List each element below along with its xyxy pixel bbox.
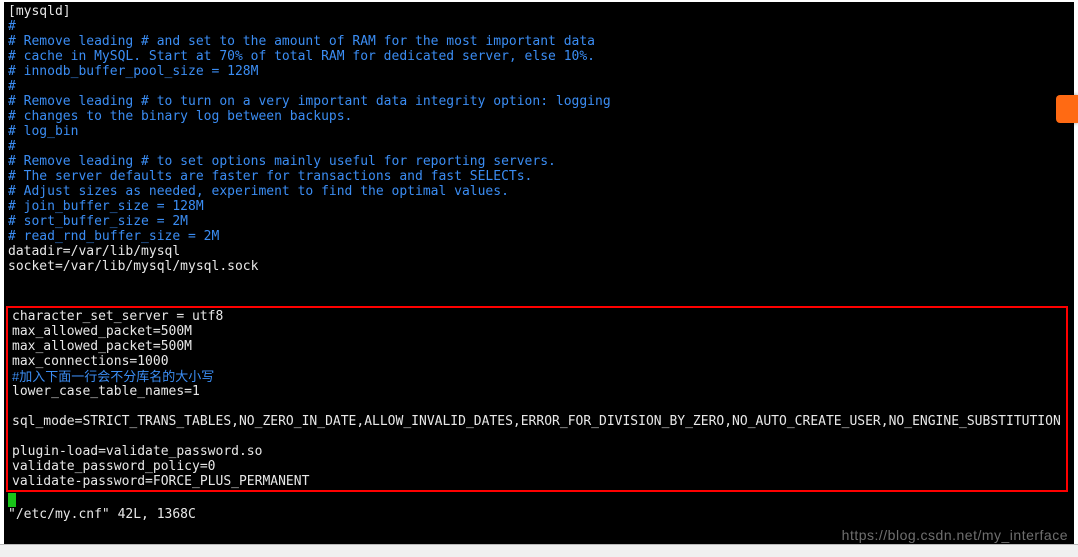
blank-line	[4, 289, 1074, 304]
config-setting: socket=/var/lib/mysql/mysql.sock	[4, 259, 1074, 274]
config-setting: max_connections=1000	[8, 354, 1066, 369]
config-setting: datadir=/var/lib/mysql	[4, 244, 1074, 259]
blank-line	[8, 429, 1066, 444]
config-comment: # read_rnd_buffer_size = 2M	[4, 229, 1074, 244]
config-setting: max_allowed_packet=500M	[8, 324, 1066, 339]
blank-line	[8, 399, 1066, 414]
terminal-window[interactable]: [mysqld] # # Remove leading # and set to…	[4, 2, 1074, 545]
vim-status-line: "/etc/my.cnf" 42L, 1368C	[4, 507, 1074, 522]
blank-line	[4, 274, 1074, 289]
config-comment: # Adjust sizes as needed, experiment to …	[4, 184, 1074, 199]
config-comment: # Remove leading # to turn on a very imp…	[4, 94, 1074, 109]
config-comment: #	[4, 19, 1074, 34]
config-comment: # The server defaults are faster for tra…	[4, 169, 1074, 184]
window-footer-bar	[0, 544, 1078, 557]
config-comment: # changes to the binary log between back…	[4, 109, 1074, 124]
config-setting: plugin-load=validate_password.so	[8, 444, 1066, 459]
cursor-line	[4, 492, 1074, 507]
config-comment-cn: #加入下面一行会不分库名的大小写	[8, 369, 1066, 384]
config-comment: # join_buffer_size = 128M	[4, 199, 1074, 214]
side-app-badge	[1056, 95, 1078, 123]
config-comment: # Remove leading # and set to the amount…	[4, 34, 1074, 49]
config-setting-sqlmode: sql_mode=STRICT_TRANS_TABLES,NO_ZERO_IN_…	[8, 414, 1066, 429]
config-comment: #	[4, 79, 1074, 94]
config-setting: lower_case_table_names=1	[8, 384, 1066, 399]
config-section-header: [mysqld]	[4, 4, 1074, 19]
config-setting: validate-password=FORCE_PLUS_PERMANENT	[8, 474, 1066, 489]
config-comment: # innodb_buffer_pool_size = 128M	[4, 64, 1074, 79]
config-setting: validate_password_policy=0	[8, 459, 1066, 474]
terminal-cursor	[8, 493, 16, 507]
config-comment: # Remove leading # to set options mainly…	[4, 154, 1074, 169]
config-setting: character_set_server = utf8	[8, 309, 1066, 324]
config-comment: # cache in MySQL. Start at 70% of total …	[4, 49, 1074, 64]
config-comment: #	[4, 139, 1074, 154]
config-setting: max_allowed_packet=500M	[8, 339, 1066, 354]
highlighted-region: character_set_server = utf8 max_allowed_…	[6, 306, 1068, 492]
config-comment: # log_bin	[4, 124, 1074, 139]
config-comment: # sort_buffer_size = 2M	[4, 214, 1074, 229]
